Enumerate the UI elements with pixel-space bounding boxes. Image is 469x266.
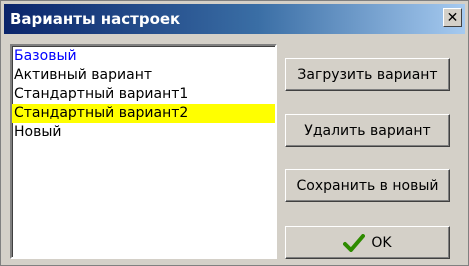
load-variant-label: Загрузить вариант (297, 66, 438, 83)
dialog-window: Варианты настроек ✕ Базовый Активный вар… (0, 0, 469, 266)
check-icon (343, 233, 366, 252)
list-item-active[interactable]: Активный вариант (12, 66, 275, 85)
list-item-standard2[interactable]: Стандартный вариант2 (12, 104, 275, 123)
load-variant-button[interactable]: Загрузить вариант (285, 58, 450, 91)
delete-variant-button[interactable]: Удалить вариант (285, 114, 450, 147)
save-new-button[interactable]: Сохранить в новый (285, 169, 450, 202)
title-bar: Варианты настроек ✕ (4, 4, 465, 34)
variants-listbox[interactable]: Базовый Активный вариант Стандартный вар… (10, 44, 277, 259)
ok-button[interactable]: OK (285, 226, 450, 259)
ok-label: OK (371, 234, 392, 251)
delete-variant-label: Удалить вариант (304, 122, 431, 139)
list-item-new[interactable]: Новый (12, 123, 275, 142)
window-title: Варианты настроек (10, 10, 181, 28)
close-button[interactable]: ✕ (443, 8, 462, 27)
list-item-standard1[interactable]: Стандартный вариант1 (12, 85, 275, 104)
close-icon: ✕ (446, 9, 459, 26)
save-new-label: Сохранить в новый (296, 177, 439, 194)
list-item-base[interactable]: Базовый (12, 47, 275, 66)
